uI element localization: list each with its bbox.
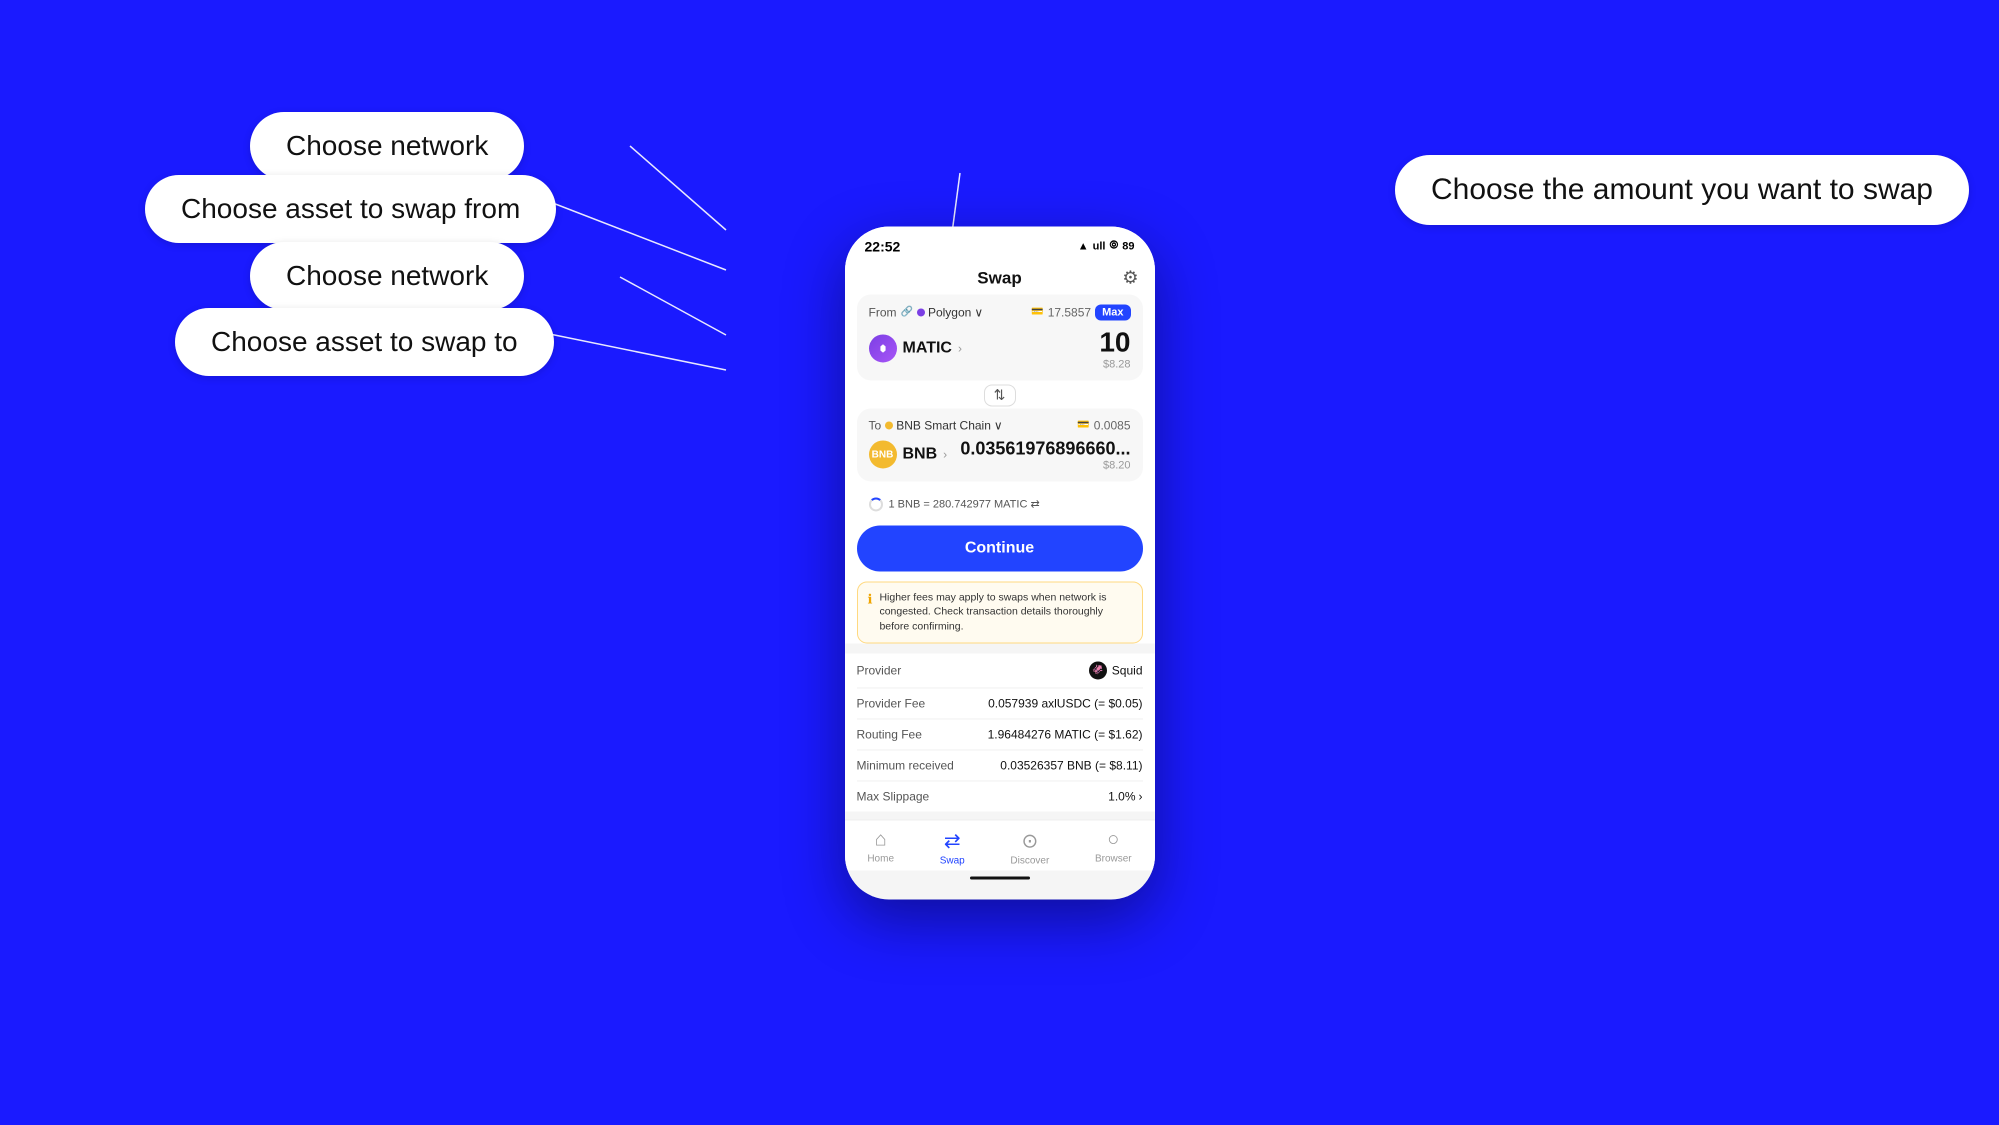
provider-fee-row: Provider Fee 0.057939 axlUSDC (= $0.05) [857, 688, 1143, 719]
exchange-rate-text: 1 BNB = 280.742977 MATIC ⇄ [889, 497, 1040, 510]
to-label: To [869, 418, 882, 432]
home-label: Home [867, 853, 894, 864]
settings-icon[interactable]: ⚙ [1122, 267, 1138, 288]
nav-browser[interactable]: ○ Browser [1095, 828, 1132, 866]
to-asset-selector[interactable]: BNB BNB › [869, 440, 948, 468]
to-network-chevron: ∨ [994, 418, 1003, 432]
provider-label: Provider [857, 663, 902, 677]
nav-discover[interactable]: ⊙ Discover [1010, 828, 1049, 866]
from-label-network: From 🔗 Polygon ∨ [869, 305, 984, 319]
from-asset-selector[interactable]: MATIC › [869, 334, 962, 362]
from-panel: From 🔗 Polygon ∨ 💳 17.5857 Max [857, 294, 1143, 380]
routing-fee-value: 1.96484276 MATIC (= $1.62) [988, 727, 1143, 741]
routing-fee-row: Routing Fee 1.96484276 MATIC (= $1.62) [857, 719, 1143, 750]
wallet-icon: 💳 [1031, 306, 1043, 317]
browser-label: Browser [1095, 853, 1132, 864]
to-label-network: To BNB Smart Chain ∨ [869, 418, 1003, 432]
to-asset-name: BNB [903, 445, 938, 463]
max-button[interactable]: Max [1095, 304, 1130, 320]
status-icons: ▲ ull ⦾ 89 [1078, 239, 1135, 252]
wifi-icon: ⦾ [1109, 239, 1118, 252]
status-time: 22:52 [865, 238, 901, 254]
min-received-row: Minimum received 0.03526357 BNB (= $8.11… [857, 750, 1143, 781]
details-table: Provider 🦑 Squid Provider Fee 0.057939 a… [845, 653, 1155, 811]
from-network-selector[interactable]: Polygon ∨ [917, 305, 983, 319]
to-balance: 0.0085 [1094, 418, 1131, 432]
navigation-icon: ▲ [1078, 240, 1089, 252]
to-network-selector[interactable]: BNB Smart Chain ∨ [885, 418, 1003, 432]
from-usd-value: $8.28 [1099, 358, 1130, 370]
swap-section: From 🔗 Polygon ∨ 💳 17.5857 Max [845, 294, 1155, 643]
bnb-icon: BNB [869, 440, 897, 468]
status-bar: 22:52 ▲ ull ⦾ 89 [845, 226, 1155, 260]
phone-frame: 22:52 ▲ ull ⦾ 89 Swap ⚙ From 🔗 Polygon ∨ [845, 226, 1155, 899]
provider-row: Provider 🦑 Squid [857, 653, 1143, 688]
swap-arrow-container: ⇅ [857, 382, 1143, 408]
signal-icon: ull [1093, 240, 1106, 252]
bnb-dot-icon [885, 421, 893, 429]
slippage-value: 1.0% › [1108, 789, 1142, 803]
swap-label: Swap [940, 855, 965, 866]
provider-name: Squid [1112, 663, 1143, 677]
home-icon: ⌂ [875, 828, 887, 851]
warning-box: ℹ Higher fees may apply to swaps when ne… [857, 581, 1143, 643]
slippage-percent: 1.0% [1108, 789, 1135, 803]
slippage-row[interactable]: Max Slippage 1.0% › [857, 781, 1143, 811]
callout-choose-amount: Choose the amount you want to swap [1395, 155, 1969, 225]
exchange-rate: 1 BNB = 280.742977 MATIC ⇄ [857, 491, 1143, 517]
bottom-nav: ⌂ Home ⇄ Swap ⊙ Discover ○ Browser [845, 819, 1155, 870]
to-network-name: BNB Smart Chain [896, 418, 991, 432]
from-asset-name: MATIC [903, 339, 952, 357]
slippage-label: Max Slippage [857, 789, 930, 803]
home-indicator [970, 876, 1030, 879]
nav-home[interactable]: ⌂ Home [867, 828, 894, 866]
routing-fee-label: Routing Fee [857, 727, 922, 741]
callout-choose-network-top: Choose network [250, 112, 524, 180]
callout-choose-asset-from: Choose asset to swap from [145, 175, 556, 243]
discover-icon: ⊙ [1021, 828, 1038, 853]
from-balance: 17.5857 [1048, 305, 1091, 319]
matic-icon [869, 334, 897, 362]
callout-choose-network-bottom: Choose network [250, 242, 524, 310]
warning-text: Higher fees may apply to swaps when netw… [879, 590, 1131, 634]
provider-fee-label: Provider Fee [857, 696, 926, 710]
from-asset-amount-row: MATIC › 10 $8.28 [869, 326, 1131, 370]
browser-icon: ○ [1107, 828, 1119, 851]
rate-spinner-icon [869, 497, 883, 511]
nav-swap[interactable]: ⇄ Swap [940, 828, 965, 866]
to-panel: To BNB Smart Chain ∨ 💳 0.0085 BNB BNB › [857, 408, 1143, 481]
callout-choose-asset-to: Choose asset to swap to [175, 308, 554, 376]
swap-nav-icon: ⇄ [944, 828, 961, 853]
provider-fee-value: 0.057939 axlUSDC (= $0.05) [988, 696, 1142, 710]
min-received-label: Minimum received [857, 758, 954, 772]
from-label: From [869, 305, 897, 319]
warning-icon: ℹ [868, 591, 873, 634]
squid-icon: 🦑 [1089, 661, 1107, 679]
from-network-name: Polygon [928, 305, 971, 319]
to-wallet-icon: 💳 [1077, 419, 1089, 430]
discover-label: Discover [1010, 855, 1049, 866]
to-asset-chevron-icon: › [943, 447, 947, 461]
to-balance-row: 💳 0.0085 [1077, 418, 1130, 432]
from-balance-row: 💳 17.5857 Max [1031, 304, 1130, 320]
from-network-link-icon: 🔗 [901, 306, 913, 317]
from-amount[interactable]: 10 [1099, 326, 1130, 358]
app-header: Swap ⚙ [845, 260, 1155, 294]
slippage-chevron-icon: › [1139, 789, 1143, 803]
page-title: Swap [977, 268, 1021, 288]
min-received-value: 0.03526357 BNB (= $8.11) [1000, 758, 1142, 772]
battery-icon: 89 [1122, 240, 1134, 252]
continue-button[interactable]: Continue [857, 525, 1143, 571]
to-usd-value: $8.20 [960, 459, 1130, 471]
polygon-dot-icon [917, 308, 925, 316]
provider-value: 🦑 Squid [1089, 661, 1143, 679]
swap-direction-button[interactable]: ⇅ [984, 384, 1016, 406]
from-network-chevron: ∨ [974, 305, 983, 319]
from-asset-chevron-icon: › [958, 341, 962, 355]
to-amount: 0.03561976896660... [960, 438, 1130, 459]
to-asset-amount-row: BNB BNB › 0.03561976896660... $8.20 [869, 438, 1131, 471]
